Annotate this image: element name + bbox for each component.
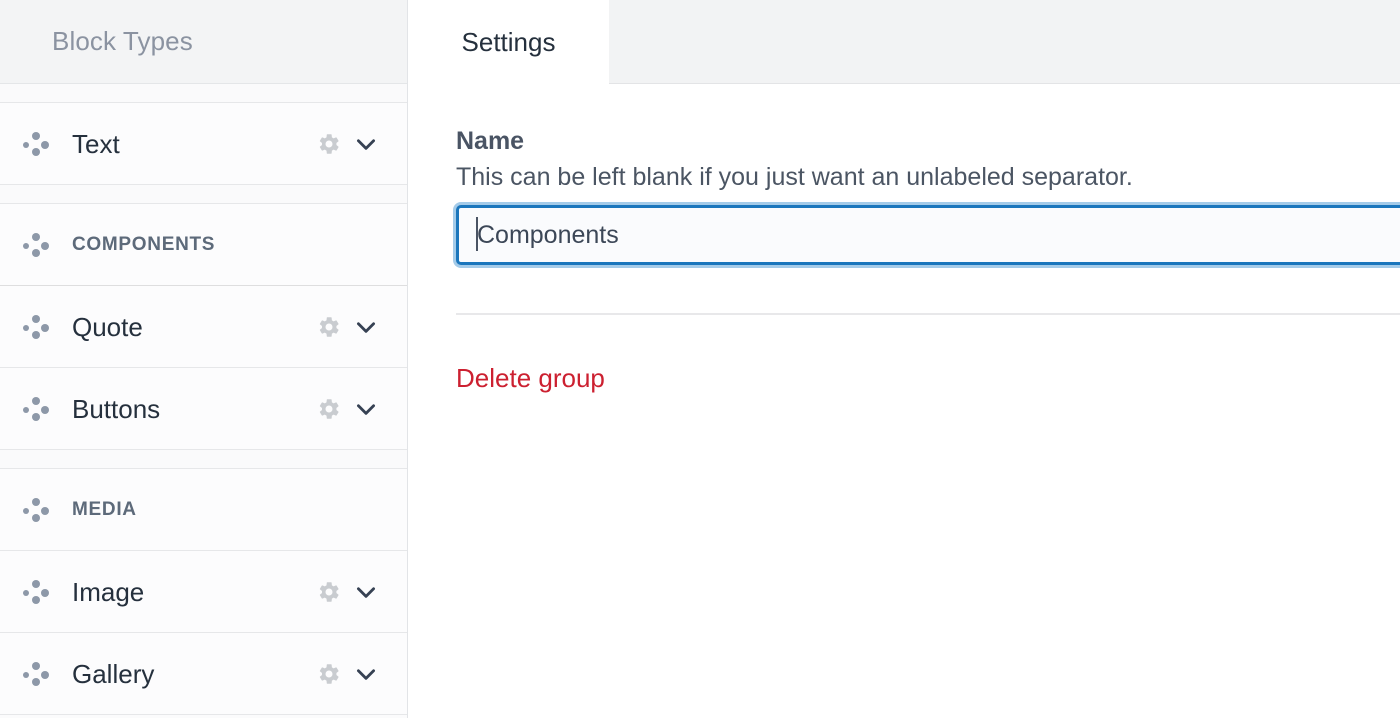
chevron-down-icon[interactable]	[353, 131, 379, 157]
row-actions	[317, 131, 379, 157]
text-caret	[476, 217, 478, 252]
block-type-label: Buttons	[72, 393, 161, 424]
drag-dots-icon[interactable]	[22, 394, 52, 424]
row-actions	[317, 314, 379, 340]
gear-icon[interactable]	[317, 132, 341, 156]
list-separator	[0, 185, 407, 204]
name-input-wrapper	[456, 205, 1400, 266]
block-type-row[interactable]: Image	[0, 551, 407, 633]
chevron-down-icon[interactable]	[353, 314, 379, 340]
list-separator	[0, 450, 407, 469]
drag-dots-icon[interactable]	[22, 129, 52, 159]
name-field-label: Name	[456, 127, 525, 155]
block-type-row[interactable]: Gallery	[0, 633, 407, 715]
tab-settings[interactable]: Settings	[408, 0, 609, 84]
chevron-down-icon[interactable]	[353, 661, 379, 687]
drag-dots-icon[interactable]	[22, 577, 52, 607]
list-separator	[0, 84, 407, 103]
chevron-down-icon[interactable]	[353, 579, 379, 605]
tab-bar: Settings	[408, 0, 1400, 84]
drag-dots-icon[interactable]	[22, 659, 52, 689]
name-input[interactable]	[456, 205, 1400, 266]
gear-icon[interactable]	[317, 397, 341, 421]
block-type-row[interactable]: Text	[0, 103, 407, 185]
block-type-label: Text	[72, 128, 120, 159]
block-type-label: Image	[72, 576, 145, 607]
row-actions	[317, 661, 379, 687]
drag-dots-icon[interactable]	[22, 312, 52, 342]
block-group-row[interactable]: MEDIA	[0, 469, 407, 551]
drag-dots-icon[interactable]	[22, 495, 52, 525]
block-group-label: MEDIA	[72, 499, 137, 520]
block-type-list: Text COMPONENTS Quote Buttons MEDIA Image Gall…	[0, 84, 407, 715]
block-group-row[interactable]: COMPONENTS	[0, 204, 407, 286]
block-type-label: Quote	[72, 311, 143, 342]
block-group-label: COMPONENTS	[72, 234, 216, 255]
gear-icon[interactable]	[317, 580, 341, 604]
gear-icon[interactable]	[317, 662, 341, 686]
row-actions	[317, 579, 379, 605]
sidebar-header: Block Types	[0, 0, 407, 84]
drag-dots-icon[interactable]	[22, 230, 52, 260]
page-title: Block Types	[52, 26, 193, 56]
block-type-label: Gallery	[72, 658, 155, 689]
settings-form: Name This can be left blank if you just …	[408, 84, 1400, 394]
block-type-row[interactable]: Buttons	[0, 368, 407, 450]
delete-group-link[interactable]: Delete group	[456, 363, 605, 394]
block-type-row[interactable]: Quote	[0, 286, 407, 368]
chevron-down-icon[interactable]	[353, 396, 379, 422]
app-root: Block Types Text COMPONENTS Quote Buttons ME…	[0, 0, 1400, 718]
row-actions	[317, 396, 379, 422]
gear-icon[interactable]	[317, 315, 341, 339]
section-divider	[456, 313, 1400, 316]
settings-panel: Settings Name This can be left blank if …	[408, 0, 1400, 718]
block-types-sidebar: Block Types Text COMPONENTS Quote Buttons ME…	[0, 0, 408, 718]
name-field-help-text: This can be left blank if you just want …	[456, 163, 1133, 191]
